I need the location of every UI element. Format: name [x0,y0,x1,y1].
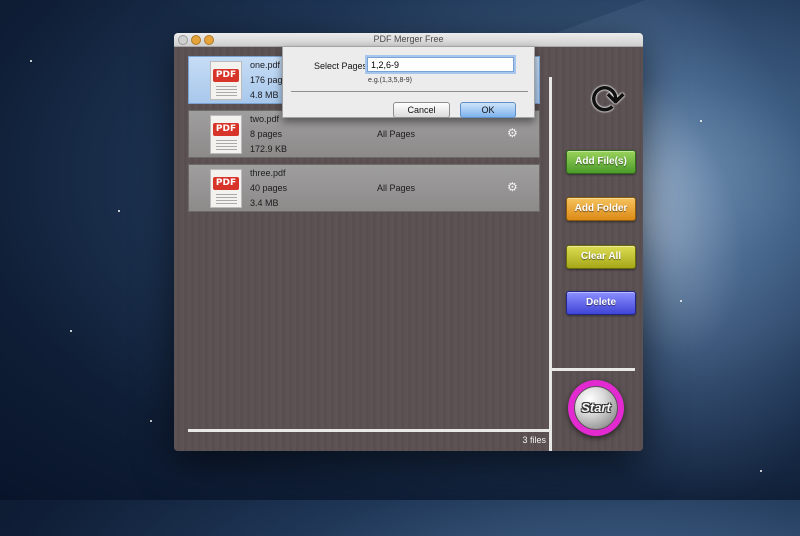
ok-button[interactable]: OK [460,102,516,118]
file-pages: 8 pages [250,129,283,139]
pdf-badge: PDF [213,69,239,82]
pdf-file-icon: PDF [210,61,242,100]
page-range[interactable]: All Pages [377,183,415,193]
pdf-badge: PDF [213,123,239,136]
add-folder-button[interactable]: Add Folder [566,197,636,221]
file-name: three.pdf [250,168,286,178]
pdf-badge: PDF [213,177,239,190]
file-name: one.pdf [250,60,281,70]
pdf-file-icon: PDF [210,169,242,208]
file-size: 4.8 MB [250,90,279,100]
file-name: two.pdf [250,114,280,124]
select-pages-label: Select Pages: [314,61,370,71]
clear-all-button[interactable]: Clear All [566,245,636,269]
vertical-divider [549,77,552,451]
file-count: 3 files [522,435,546,445]
star [70,330,72,332]
file-size: 3.4 MB [250,198,279,208]
window-title: PDF Merger Free [373,34,444,44]
pdf-file-icon: PDF [210,115,242,154]
file-pages: 40 pages [250,183,288,193]
select-pages-dialog: Select Pages: e.g.(1,3,5,8-9) Cancel OK [282,46,535,118]
star [760,470,762,472]
star [700,120,702,122]
start-label: Start [574,386,618,430]
bottom-divider [188,429,552,432]
star [30,60,32,62]
gear-icon[interactable]: ⚙ [507,127,518,139]
gear-icon[interactable]: ⚙ [507,181,518,193]
add-files-button[interactable]: Add File(s) [566,150,636,174]
file-row[interactable]: PDF three.pdf 40 pages 3.4 MB All Pages … [188,164,540,212]
pages-hint: e.g.(1,3,5,8-9) [368,77,412,84]
delete-button[interactable]: Delete [566,291,636,315]
star [118,210,120,212]
title-bar: PDF Merger Free [174,33,643,47]
refresh-icon[interactable]: ⟳ [586,75,630,125]
cancel-button[interactable]: Cancel [393,102,450,118]
star [680,300,682,302]
page-range[interactable]: All Pages [377,129,415,139]
star [150,420,152,422]
start-button[interactable]: Start [568,380,624,436]
file-size: 172.9 KB [250,144,288,154]
pages-input[interactable] [367,57,514,72]
dialog-separator [291,91,528,92]
horizontal-divider [550,368,635,371]
